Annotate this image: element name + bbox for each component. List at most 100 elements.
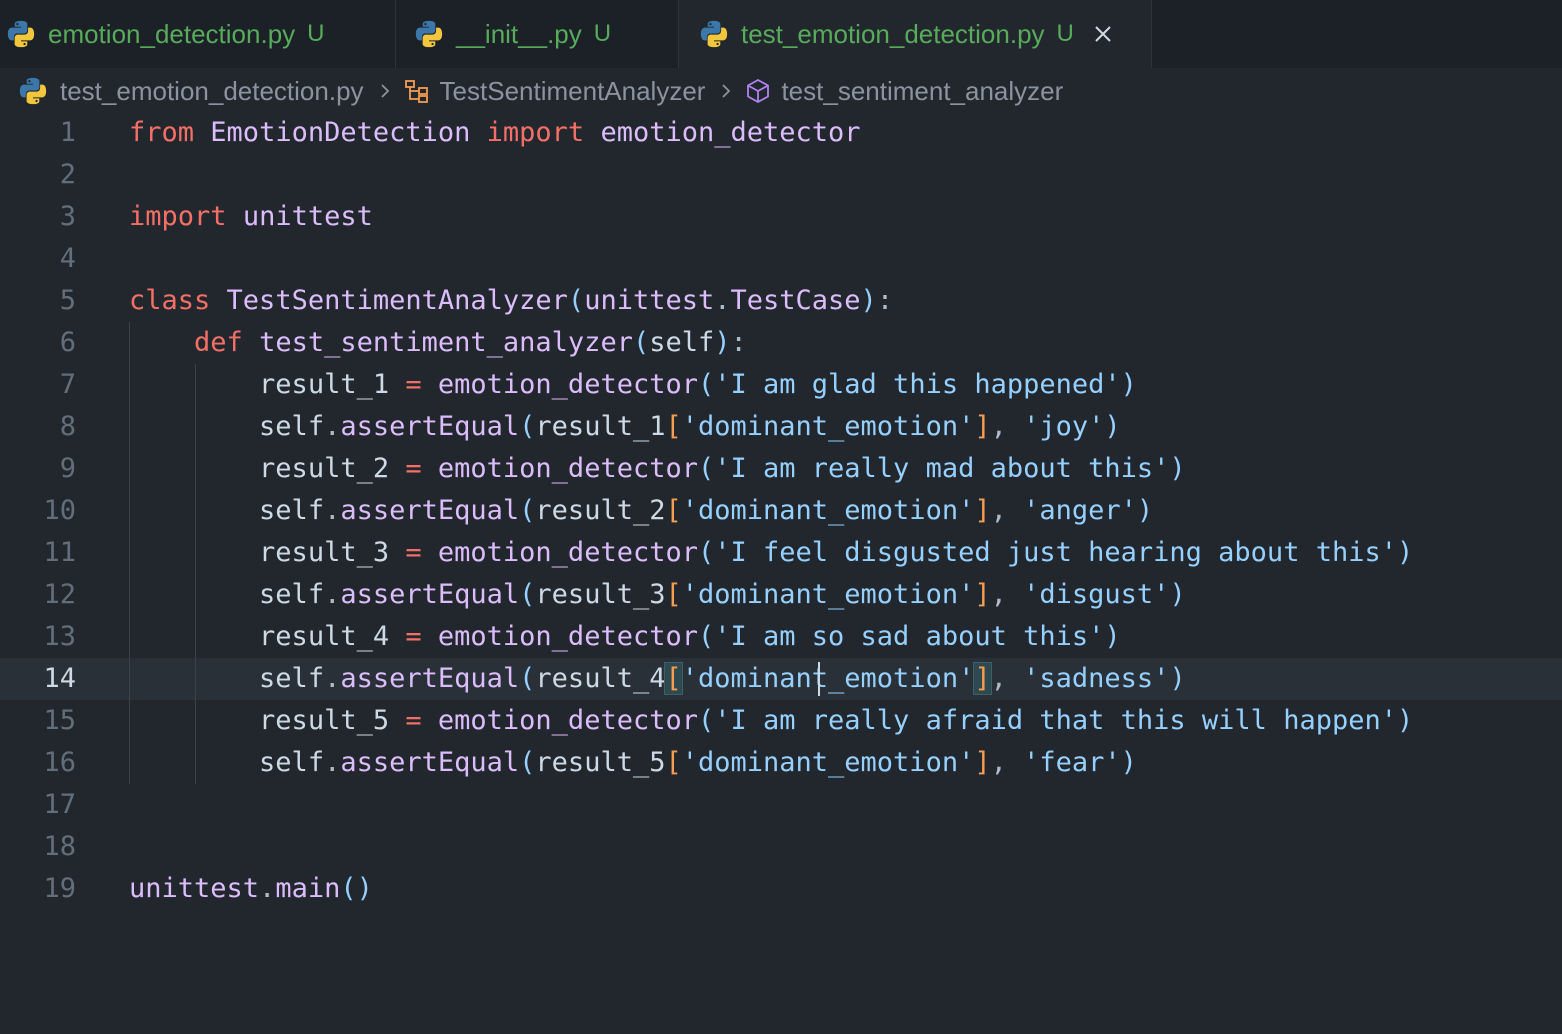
- code-line[interactable]: 16 self.assertEqual(result_5['dominant_e…: [0, 742, 1562, 784]
- code-line[interactable]: 14 self.assertEqual(result_4['dominant_e…: [0, 658, 1562, 700]
- code-token: assertEqual: [340, 411, 520, 442]
- code-token: (: [697, 705, 715, 736]
- line-number: 18: [43, 831, 76, 862]
- code-line[interactable]: 1 from EmotionDetection import emotion_de…: [0, 112, 1562, 154]
- code-text: self.assertEqual(result_2['dominant_emot…: [129, 490, 1153, 532]
- indent-guide: [195, 364, 196, 784]
- code-token: ): [1169, 453, 1186, 484]
- code-token: ): [1169, 663, 1186, 694]
- code-token: TestSentimentAnalyzer: [226, 285, 568, 316]
- breadcrumb-class[interactable]: TestSentimentAnalyzer: [404, 76, 705, 107]
- code-token: 'dominant_emotion': [681, 747, 975, 778]
- line-number: 17: [43, 789, 76, 820]
- code-token: result_1: [535, 411, 666, 442]
- tab-init[interactable]: __init__.py U: [396, 0, 679, 68]
- code-token: ]: [973, 662, 992, 695]
- line-number: 4: [59, 243, 76, 274]
- code-line[interactable]: 12 self.assertEqual(result_3['dominant_e…: [0, 574, 1562, 616]
- code-token: EmotionDetection: [210, 117, 471, 148]
- code-text: class TestSentimentAnalyzer(unittest.Tes…: [129, 280, 893, 322]
- code-token: [: [664, 662, 683, 695]
- code-token: import: [129, 201, 227, 232]
- code-token: assertEqual: [340, 747, 520, 778]
- code-token: class: [129, 285, 211, 316]
- code-text: result_5 = emotion_detector('I am really…: [129, 700, 1413, 742]
- line-number: 7: [59, 369, 76, 400]
- code-token: =: [405, 453, 422, 484]
- line-number: 2: [59, 159, 76, 190]
- line-number: 10: [43, 495, 76, 526]
- breadcrumb-method[interactable]: test_sentiment_analyzer: [745, 76, 1063, 107]
- code-token: ): [1396, 537, 1414, 568]
- code-token: [: [665, 747, 682, 778]
- code-token: :: [876, 285, 894, 316]
- code-line[interactable]: 2: [0, 154, 1562, 196]
- line-number: 8: [59, 411, 76, 442]
- python-icon: [699, 19, 729, 49]
- code-token: from: [129, 117, 195, 148]
- tab-label: test_emotion_detection.py: [741, 18, 1045, 49]
- class-symbol-icon: [404, 80, 428, 103]
- python-icon: [6, 19, 36, 49]
- code-token: =: [405, 537, 422, 568]
- code-line[interactable]: 10 self.assertEqual(result_2['dominant_e…: [0, 490, 1562, 532]
- code-token: unittest: [242, 201, 373, 232]
- tab-bar: emotion_detection.py U __init__.py U tes…: [0, 0, 1562, 68]
- code-text: self.assertEqual(result_1['dominant_emot…: [129, 406, 1121, 448]
- tab-emotion-detection[interactable]: emotion_detection.py U: [0, 0, 396, 68]
- code-token: ): [1169, 579, 1186, 610]
- code-line[interactable]: 19 unittest.main(): [0, 868, 1562, 910]
- tab-label: __init__.py: [456, 18, 582, 49]
- code-line[interactable]: 11 result_3 = emotion_detector('I feel d…: [0, 532, 1562, 574]
- code-token: :: [730, 327, 747, 358]
- line-number: 16: [43, 747, 76, 778]
- close-icon[interactable]: [1092, 23, 1114, 45]
- code-token: emotion_detector: [437, 537, 698, 568]
- code-token: [: [665, 411, 682, 442]
- code-token: import: [486, 117, 585, 148]
- code-token: ): [1136, 495, 1154, 526]
- breadcrumb-file[interactable]: test_emotion_detection.py: [18, 76, 364, 107]
- code-line[interactable]: 15 result_5 = emotion_detector('I am rea…: [0, 700, 1562, 742]
- code-line[interactable]: 18: [0, 826, 1562, 868]
- code-token: 'sadness': [1023, 663, 1170, 694]
- code-token: ): [1396, 705, 1414, 736]
- tab-test-emotion-detection[interactable]: test_emotion_detection.py U: [679, 0, 1152, 68]
- code-line[interactable]: 13 result_4 = emotion_detector('I am so …: [0, 616, 1562, 658]
- code-token: ): [860, 285, 877, 316]
- code-token: result_5: [259, 705, 390, 736]
- code-token: [: [665, 495, 682, 526]
- code-line[interactable]: 6 def test_sentiment_analyzer(self):: [0, 322, 1562, 364]
- code-line[interactable]: 5 class TestSentimentAnalyzer(unittest.Te…: [0, 280, 1562, 322]
- code-line[interactable]: 7 result_1 = emotion_detector('I am glad…: [0, 364, 1562, 406]
- code-token: [: [665, 579, 682, 610]
- code-token: result_3: [259, 537, 390, 568]
- code-token: self: [259, 411, 325, 442]
- code-token: ): [1120, 747, 1137, 778]
- code-line[interactable]: 9 result_2 = emotion_detector('I am real…: [0, 448, 1562, 490]
- code-token: unittest: [129, 873, 260, 904]
- code-line[interactable]: 17: [0, 784, 1562, 826]
- code-line[interactable]: 8 self.assertEqual(result_1['dominant_em…: [0, 406, 1562, 448]
- code-line[interactable]: 4: [0, 238, 1562, 280]
- code-token: result_5: [535, 747, 666, 778]
- text-cursor: [818, 662, 820, 696]
- code-token: (: [519, 495, 536, 526]
- code-token: emotion_detector: [437, 621, 698, 652]
- code-line[interactable]: 3 import unittest: [0, 196, 1562, 238]
- code-token: 'I feel disgusted just hearing about thi…: [714, 537, 1397, 568]
- code-token: emotion_detector: [600, 117, 861, 148]
- code-token: result_2: [535, 495, 666, 526]
- python-icon: [18, 76, 48, 106]
- code-token: .: [324, 411, 341, 442]
- code-token: ,: [990, 411, 1024, 442]
- code-token: emotion_detector: [437, 369, 698, 400]
- code-editor[interactable]: 1 from EmotionDetection import emotion_de…: [0, 112, 1562, 1034]
- code-token: self: [259, 663, 325, 694]
- code-token: 'anger': [1023, 495, 1137, 526]
